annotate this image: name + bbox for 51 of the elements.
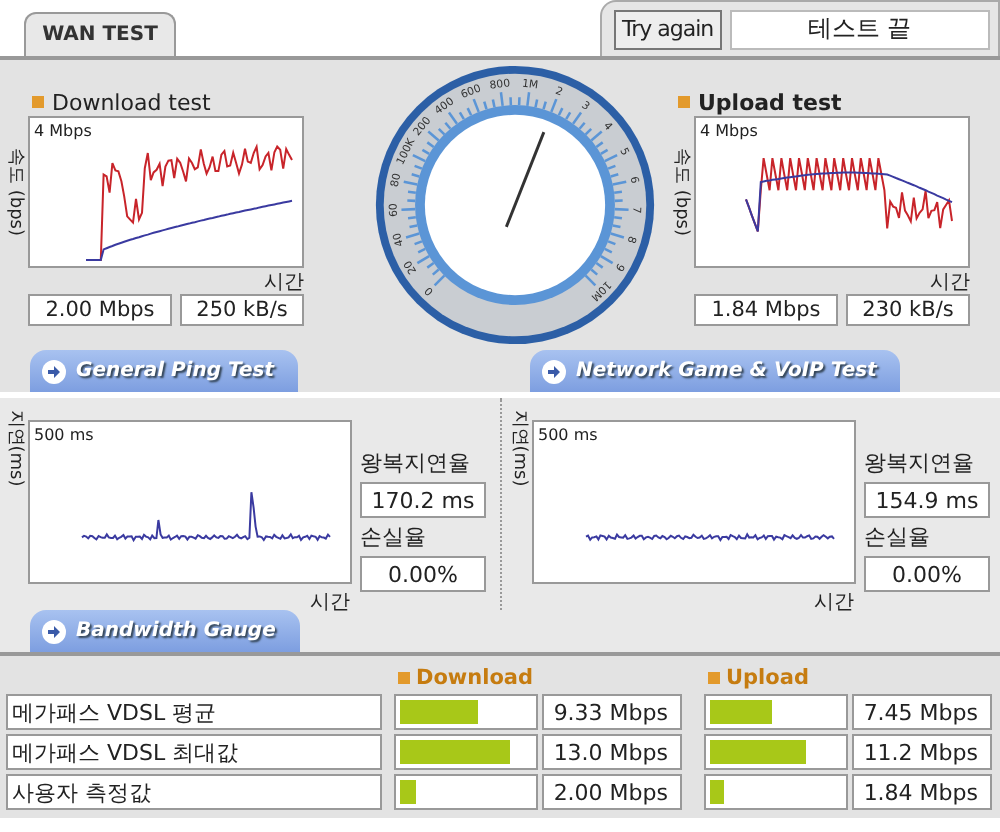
bullet-icon (398, 671, 410, 683)
axis-label: 지연(ms) (507, 409, 531, 487)
panel-title: Upload test (698, 89, 842, 115)
axis-label: 속도 (bps) (669, 148, 693, 236)
status-field: 테스트 끝 (729, 9, 990, 49)
axis-label: 시간 (814, 592, 854, 614)
speed-value: 9.33 Mbps (542, 694, 682, 730)
arrow-icon (542, 359, 566, 383)
section-tab[interactable]: Bandwidth Gauge (30, 610, 300, 652)
loss-readout: 0.00% (864, 556, 990, 592)
axis-label: 지연(ms) (3, 409, 27, 487)
speed-readout: 250 kB/s (180, 294, 304, 326)
speed-value: 2.00 Mbps (542, 774, 682, 810)
needle (504, 131, 546, 228)
column-header: Upload (726, 665, 809, 689)
axis-label: 속도 (bps) (3, 148, 27, 236)
loss-label: 손실율 (864, 522, 932, 552)
panel-title: Download test (52, 89, 211, 115)
row-label: 메가패스 VDSL 평균 (6, 694, 382, 730)
bullet-icon (678, 96, 690, 108)
section-tab[interactable]: General Ping Test (30, 350, 299, 392)
scale-label: 500 ms (538, 426, 598, 444)
scale-label: 4 Mbps (700, 122, 758, 140)
axis-label: 시간 (264, 272, 304, 294)
try-again-button[interactable]: Try again (614, 9, 722, 49)
scale-label: 500 ms (34, 426, 94, 444)
rate-readout: 1.84 Mbps (694, 294, 838, 326)
bullet-icon (708, 671, 720, 683)
section-tab[interactable]: Network Game & VoIP Test (530, 350, 901, 392)
scale-label: 4 Mbps (34, 122, 92, 140)
arrow-icon (42, 359, 66, 383)
latency-label: 왕복지연율 (360, 448, 472, 478)
arrow-icon (42, 619, 66, 643)
latency-label: 왕복지연율 (864, 448, 976, 478)
axis-label: 시간 (310, 592, 350, 614)
row-label: 메가패스 VDSL 최대값 (6, 734, 382, 770)
loss-label: 손실율 (360, 522, 428, 552)
latency-readout: 170.2 ms (360, 482, 486, 518)
column-header: Download (416, 665, 534, 689)
speed-value: 1.84 Mbps (852, 774, 992, 810)
speed-value: 11.2 Mbps (852, 734, 992, 770)
axis-label: 시간 (930, 272, 970, 294)
speed-value: 7.45 Mbps (852, 694, 992, 730)
speed-readout: 230 kB/s (846, 294, 970, 326)
loss-readout: 0.00% (360, 556, 486, 592)
tab[interactable]: WAN TEST (24, 12, 176, 56)
rate-readout: 2.00 Mbps (28, 294, 172, 326)
row-label: 사용자 측정값 (6, 774, 382, 810)
latency-readout: 154.9 ms (864, 482, 990, 518)
speed-value: 13.0 Mbps (542, 734, 682, 770)
bullet-icon (32, 96, 44, 108)
